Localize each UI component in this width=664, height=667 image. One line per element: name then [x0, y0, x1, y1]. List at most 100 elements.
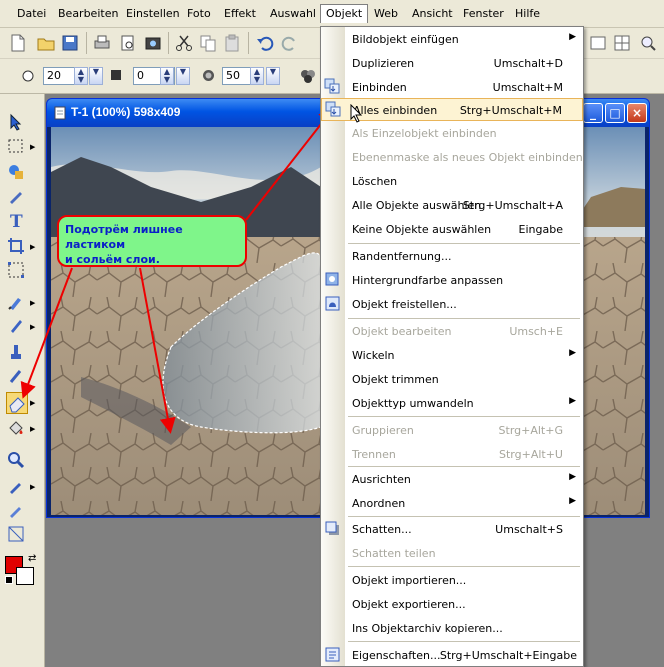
chevron-down-icon[interactable]: ▶ [30, 483, 35, 491]
chevron-down-icon[interactable]: ▶ [30, 425, 35, 433]
menu-hilfe[interactable]: Hilfe [515, 7, 540, 20]
grid-icon[interactable] [612, 33, 632, 53]
menu-item-alle-objekte-auswaehlen[interactable]: Alle Objekte auswählen Strg+Umschalt+A [321, 194, 583, 216]
zoom-tool-icon[interactable] [6, 450, 26, 470]
color-mode-icon[interactable] [300, 68, 316, 84]
window-icon[interactable] [588, 33, 608, 53]
minimize-button[interactable]: _ [583, 103, 603, 123]
menu-item-objektarchiv-kopieren[interactable]: Ins Objektarchiv kopieren... [321, 617, 583, 639]
undo-icon[interactable] [255, 33, 275, 53]
soft-edge-icon [111, 70, 121, 80]
brush-size-dropdown[interactable]: ▼ [89, 67, 103, 85]
menu-item-gruppieren[interactable]: Gruppieren Strg+Alt+G [321, 419, 583, 441]
menu-item-objekt-importieren[interactable]: Objekt importieren... [321, 569, 583, 591]
menu-item-ebenenmaske-einbinden[interactable]: Ebenenmaske als neues Objekt einbinden [321, 146, 583, 168]
camera-icon[interactable] [143, 33, 163, 53]
background-color-swatch[interactable] [16, 567, 34, 585]
paste-icon[interactable] [222, 33, 242, 53]
menu-item-wickeln[interactable]: Wickeln ▶ [321, 344, 583, 366]
cutout-icon [325, 296, 340, 311]
chevron-down-icon[interactable]: ▶ [30, 243, 35, 251]
open-folder-icon[interactable] [36, 33, 56, 53]
menubar: Datei Bearbeiten Einstellen Foto Effekt … [0, 0, 664, 28]
menu-item-duplizieren[interactable]: Duplizieren Umschalt+D [321, 52, 583, 74]
menu-ansicht[interactable]: Ansicht [412, 7, 453, 20]
menu-web[interactable]: Web [374, 7, 398, 20]
eyedropper-tool-icon[interactable] [6, 476, 26, 496]
print-preview-icon[interactable] [118, 33, 138, 53]
shape-tool-icon[interactable] [6, 162, 26, 182]
swap-colors-icon[interactable]: ⇄ [28, 553, 36, 564]
menu-item-objekt-bearbeiten[interactable]: Objekt bearbeiten Umsch+E [321, 320, 583, 342]
paint-tool-icon[interactable] [6, 316, 26, 336]
document-title: T-1 (100%) 598x409 [71, 105, 181, 119]
menu-item-einbinden[interactable]: Einbinden Umschalt+M [321, 76, 583, 98]
eraser-tool-icon[interactable] [6, 392, 28, 414]
default-colors-icon[interactable] [5, 576, 13, 584]
fill-tool-icon[interactable] [6, 418, 26, 438]
pen-tool-icon[interactable] [6, 186, 26, 206]
menu-item-ausrichten[interactable]: Ausrichten ▶ [321, 468, 583, 490]
menu-item-objekttyp-umwandeln[interactable]: Objekttyp umwandeln ▶ [321, 392, 583, 414]
selection-tool-icon[interactable] [6, 136, 26, 156]
menu-item-objekt-exportieren[interactable]: Objekt exportieren... [321, 593, 583, 615]
copy-icon[interactable] [198, 33, 218, 53]
menu-item-schatten-teilen[interactable]: Schatten teilen [321, 542, 583, 564]
stamp-tool-icon[interactable] [6, 342, 26, 362]
menu-item-bildobjekt-einfuegen[interactable]: Bildobjekt einfügen ▶ [321, 28, 583, 50]
menu-bearbeiten[interactable]: Bearbeiten [58, 7, 118, 20]
crop-tool-icon[interactable] [6, 236, 26, 256]
transparency-spinner[interactable]: ▲ ▼ [250, 67, 264, 85]
chevron-down-icon[interactable]: ▶ [30, 299, 35, 307]
chevron-down-icon[interactable]: ▶ [30, 399, 35, 407]
edge-dropdown[interactable]: ▼ [176, 67, 190, 85]
brush-tool-icon[interactable] [6, 292, 26, 312]
menu-datei[interactable]: Datei [17, 7, 46, 20]
menu-item-als-einzelobjekt-einbinden[interactable]: Als Einzelobjekt einbinden [321, 122, 583, 144]
menu-separator [348, 243, 580, 244]
close-button[interactable]: × [627, 103, 647, 123]
retouch-tool-icon[interactable] [6, 366, 26, 386]
menu-item-eigenschaften[interactable]: Eigenschaften... Strg+Umschalt+Eingabe [321, 644, 583, 666]
print-icon[interactable] [92, 33, 112, 53]
menu-objekt[interactable]: Objekt [320, 4, 369, 23]
menu-einstellen[interactable]: Einstellen [126, 7, 180, 20]
chevron-down-icon[interactable]: ▶ [30, 323, 35, 331]
menu-fenster[interactable]: Fenster [463, 7, 504, 20]
maximize-button[interactable]: □ [605, 103, 625, 123]
menu-effekt[interactable]: Effekt [224, 7, 256, 20]
transparency-dropdown[interactable]: ▼ [266, 67, 280, 85]
menu-item-alles-einbinden[interactable]: Alles einbinden Strg+Umschalt+M [321, 98, 583, 123]
menu-separator [348, 416, 580, 417]
edge-spinner[interactable]: ▲ ▼ [160, 67, 174, 85]
brush-size-spinner[interactable]: ▲ ▼ [74, 67, 88, 85]
menu-separator [348, 641, 580, 642]
zoom-icon[interactable] [638, 33, 658, 53]
shadow-icon [325, 521, 339, 535]
menu-item-trennen[interactable]: Trennen Strg+Alt+U [321, 443, 583, 465]
menu-item-loeschen[interactable]: Löschen [321, 170, 583, 192]
new-file-icon[interactable] [8, 33, 28, 53]
cut-icon[interactable] [174, 33, 194, 53]
save-icon[interactable] [60, 33, 80, 53]
menu-item-randentfernung[interactable]: Randentfernung... [321, 245, 583, 267]
menu-item-objekt-trimmen[interactable]: Objekt trimmen [321, 368, 583, 390]
transform-tool-icon[interactable] [6, 260, 26, 280]
menu-auswahl[interactable]: Auswahl [270, 7, 316, 20]
dropper-tool-icon[interactable] [6, 500, 26, 520]
chevron-down-icon[interactable]: ▶ [30, 143, 35, 151]
redo-icon[interactable] [280, 33, 300, 53]
menu-separator [348, 566, 580, 567]
menu-item-schatten[interactable]: Schatten... Umschalt+S [321, 518, 583, 540]
annotation-line-1: Подотрём лишнее ластиком [65, 223, 183, 251]
menu-item-keine-objekte-auswaehlen[interactable]: Keine Objekte auswählen Eingabe [321, 218, 583, 240]
menu-item-objekt-freistellen[interactable]: Objekt freistellen... [321, 293, 583, 315]
menu-foto[interactable]: Foto [187, 7, 211, 20]
measure-tool-icon[interactable] [6, 524, 26, 544]
bg-color-icon [325, 272, 339, 286]
menu-item-anordnen[interactable]: Anordnen ▶ [321, 492, 583, 514]
menu-separator [348, 318, 580, 319]
text-tool-icon[interactable]: T [6, 210, 26, 230]
pointer-tool-icon[interactable] [6, 112, 26, 132]
menu-item-hintergrundfarbe-anpassen[interactable]: Hintergrundfarbe anpassen [321, 269, 583, 291]
